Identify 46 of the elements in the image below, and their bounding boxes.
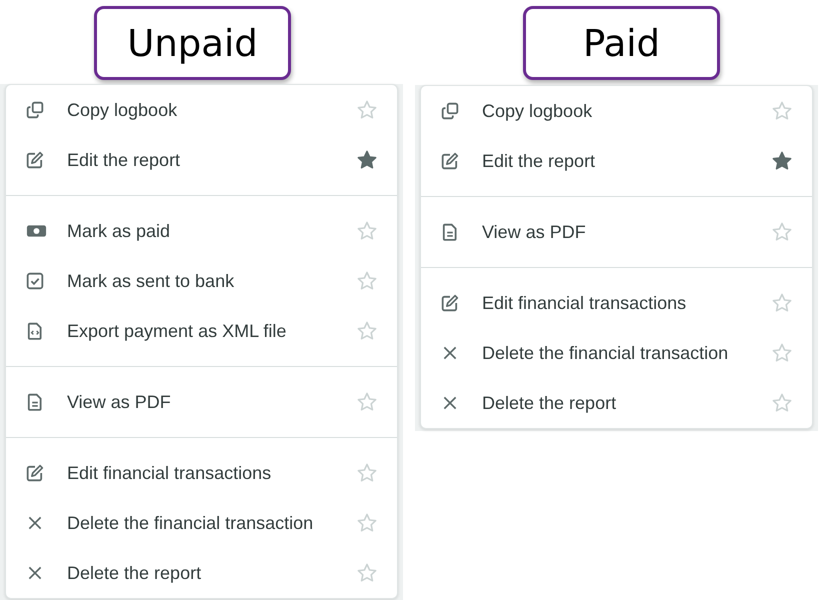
star-outline-icon[interactable] <box>772 293 792 313</box>
pencil-square-icon <box>441 294 459 312</box>
star-outline-icon[interactable] <box>357 463 377 483</box>
menu-item[interactable]: Edit the report <box>6 135 397 185</box>
close-icon <box>441 344 459 362</box>
star-outline-icon[interactable] <box>357 221 377 241</box>
pencil-square-icon <box>26 464 44 482</box>
document-icon <box>26 393 44 411</box>
menu-item[interactable]: Delete the financial transaction <box>421 328 812 378</box>
star-filled-icon[interactable] <box>357 150 377 170</box>
menu-item[interactable]: Delete the financial transaction <box>6 498 397 548</box>
menu-item[interactable]: Delete the report <box>421 378 812 428</box>
menu-item[interactable]: Edit financial transactions <box>6 448 397 498</box>
pencil-square-icon <box>26 151 44 169</box>
star-outline-icon[interactable] <box>357 563 377 583</box>
star-outline-icon[interactable] <box>357 100 377 120</box>
star-outline-icon[interactable] <box>357 321 377 341</box>
panel-label: Unpaid <box>94 6 291 80</box>
star-outline-icon[interactable] <box>357 271 377 291</box>
menu-item[interactable]: Mark as paid <box>6 206 397 256</box>
menu-item[interactable]: Copy logbook <box>421 86 812 136</box>
menu-item[interactable]: View as PDF <box>6 377 397 427</box>
menu-item[interactable]: Delete the report <box>6 548 397 598</box>
star-outline-icon[interactable] <box>357 392 377 412</box>
star-outline-icon[interactable] <box>772 343 792 363</box>
menu-item[interactable]: Edit financial transactions <box>421 278 812 328</box>
star-filled-icon[interactable] <box>772 151 792 171</box>
panel-label: Paid <box>523 6 720 80</box>
star-outline-icon[interactable] <box>772 393 792 413</box>
close-icon <box>441 394 459 412</box>
document-icon <box>441 223 459 241</box>
close-icon <box>26 514 44 532</box>
pencil-square-icon <box>441 152 459 170</box>
code-file-icon <box>26 322 44 340</box>
star-outline-icon[interactable] <box>772 222 792 242</box>
menu-item[interactable]: Edit the report <box>421 136 812 186</box>
checkbox-icon <box>26 272 44 290</box>
menu-item[interactable]: View as PDF <box>421 207 812 257</box>
copy-icon <box>441 102 459 120</box>
menu-item[interactable]: Copy logbook <box>6 85 397 135</box>
menu-item[interactable]: Export payment as XML file <box>6 306 397 356</box>
copy-icon <box>26 101 44 119</box>
star-outline-icon[interactable] <box>772 101 792 121</box>
star-outline-icon[interactable] <box>357 513 377 533</box>
menu-item[interactable]: Mark as sent to bank <box>6 256 397 306</box>
close-icon <box>26 564 44 582</box>
